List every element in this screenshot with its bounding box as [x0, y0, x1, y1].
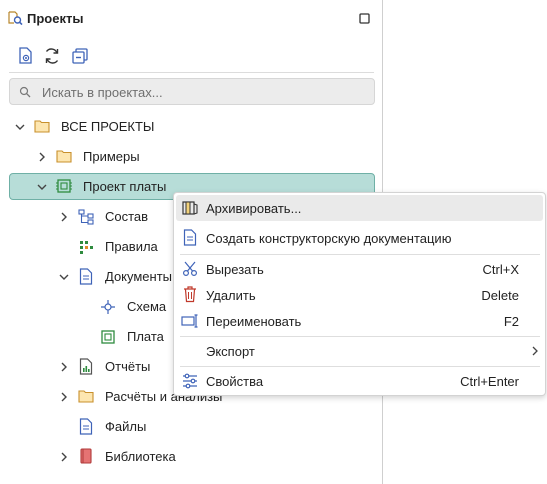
chevron-right-icon[interactable] [58, 211, 70, 223]
refresh-icon[interactable] [42, 46, 62, 66]
chevron-down-icon[interactable] [36, 181, 48, 193]
menu-item-archive[interactable]: Архивировать... [176, 195, 543, 221]
chevron-right-icon[interactable] [58, 391, 70, 403]
document-icon [79, 268, 93, 285]
board-icon [101, 330, 115, 344]
menu-separator [180, 336, 540, 337]
tree-label: ВСЕ ПРОЕКТЫ [61, 119, 155, 134]
chevron-down-icon[interactable] [58, 271, 70, 283]
tree-label: Документы [105, 269, 173, 284]
menu-item-rename[interactable]: Переименовать F2 [176, 308, 543, 334]
menu-item-shortcut: Ctrl+Enter [460, 374, 519, 389]
schematic-icon [101, 300, 115, 314]
trash-icon [184, 286, 196, 303]
rename-icon [181, 314, 198, 328]
search-box[interactable] [9, 78, 375, 105]
menu-item-label: Архивировать... [206, 201, 302, 216]
tree-item-examples[interactable]: Примеры [0, 145, 383, 169]
menu-item-properties[interactable]: Свойства Ctrl+Enter [176, 368, 543, 394]
folder-icon [34, 120, 50, 133]
report-icon [79, 358, 93, 375]
search-icon [19, 86, 31, 98]
menu-item-create-documentation[interactable]: Создать конструкторскую документацию [176, 225, 543, 251]
tree-label: Схема [127, 299, 167, 314]
menu-item-export[interactable]: Экспорт [176, 338, 543, 364]
menu-separator [180, 254, 540, 255]
tree-item-files[interactable]: Файлы [0, 415, 383, 439]
library-book-icon [80, 448, 92, 464]
document-icon [183, 229, 197, 246]
menu-item-shortcut: Delete [481, 288, 519, 303]
tree-item-library[interactable]: Библиотека [0, 445, 383, 469]
folder-icon [78, 390, 94, 403]
maximize-icon[interactable] [359, 13, 370, 24]
scissors-icon [182, 261, 198, 277]
file-icon [79, 418, 93, 435]
submenu-chevron-icon [532, 346, 538, 356]
archive-icon [182, 201, 198, 215]
composition-icon [78, 209, 94, 225]
menu-item-delete[interactable]: Удалить Delete [176, 282, 543, 308]
collapse-all-icon[interactable] [70, 46, 90, 66]
folder-icon [56, 150, 72, 163]
chevron-right-icon[interactable] [36, 151, 48, 163]
search-input[interactable] [40, 82, 364, 103]
projects-search-icon [8, 11, 23, 26]
show-project-icon[interactable] [16, 46, 36, 66]
context-menu: Архивировать... Создать конструкторскую … [173, 192, 546, 396]
panel-title: Проекты [27, 11, 84, 26]
menu-item-label: Переименовать [206, 314, 302, 329]
settings-sliders-icon [183, 373, 197, 389]
menu-item-label: Создать конструкторскую документацию [206, 231, 452, 246]
menu-item-shortcut: Ctrl+X [482, 262, 519, 277]
tree-item-all-projects[interactable]: ВСЕ ПРОЕКТЫ [0, 115, 383, 139]
board-project-icon [56, 179, 72, 193]
chevron-right-icon[interactable] [58, 361, 70, 373]
chevron-down-icon[interactable] [14, 121, 26, 133]
chevron-right-icon[interactable] [58, 451, 70, 463]
tree-label: Правила [105, 239, 158, 254]
tree-label: Проект платы [83, 179, 167, 194]
menu-separator [180, 366, 540, 367]
tree-label: Примеры [83, 149, 140, 164]
menu-item-label: Удалить [206, 288, 256, 303]
menu-item-cut[interactable]: Вырезать Ctrl+X [176, 256, 543, 282]
tree-label: Отчёты [105, 359, 151, 374]
toolbar-divider [9, 72, 374, 73]
menu-item-label: Экспорт [206, 344, 255, 359]
rules-icon [80, 241, 93, 254]
tree-label: Файлы [105, 419, 147, 434]
panel-header: Проекты [0, 0, 383, 36]
menu-item-label: Свойства [206, 374, 264, 389]
tree-label: Плата [127, 329, 164, 344]
tree-label: Библиотека [105, 449, 176, 464]
menu-item-shortcut: F2 [503, 314, 519, 329]
menu-item-label: Вырезать [206, 262, 264, 277]
tree-label: Состав [105, 209, 149, 224]
